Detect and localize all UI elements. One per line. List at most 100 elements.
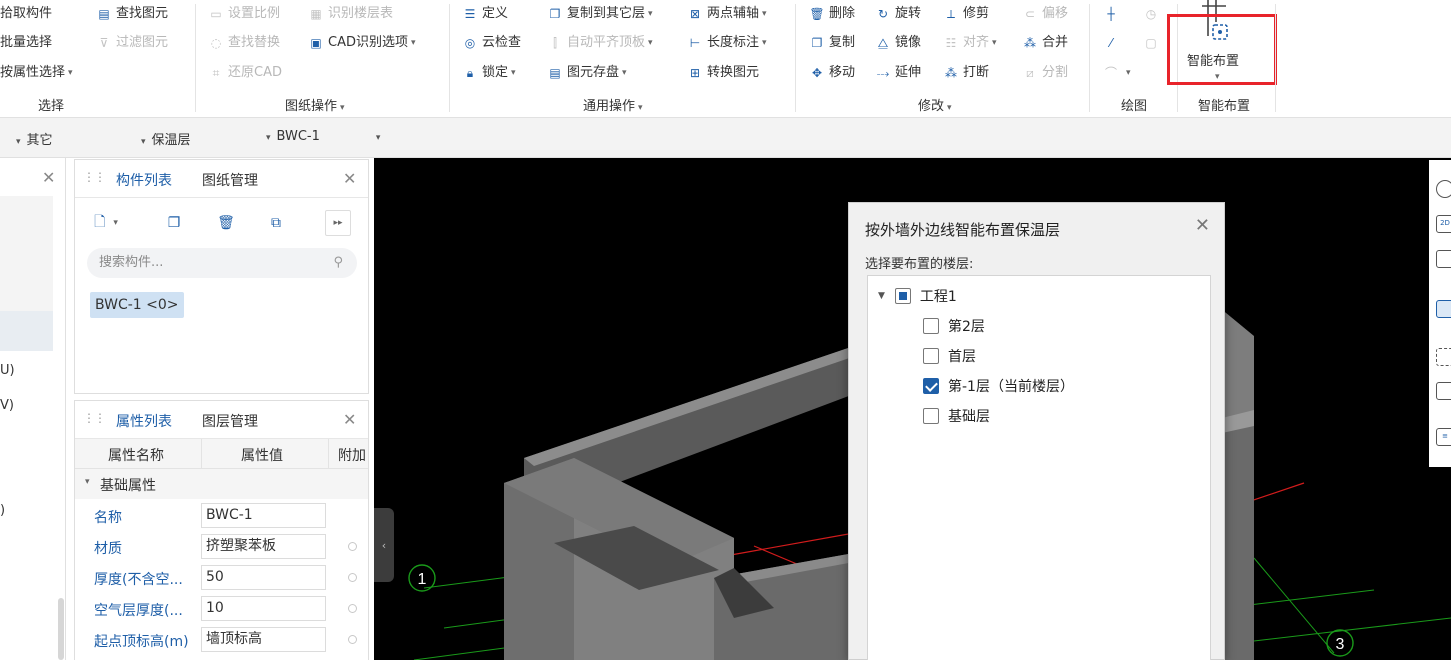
attach-checkbox[interactable] [348,604,357,613]
cad-recognize-options-button[interactable]: ▣ CAD识别选项 ▾ [308,32,415,54]
left-panel-item[interactable]: ) [0,503,5,518]
rotate-button[interactable]: ↻ 旋转 [875,3,921,25]
move-button[interactable]: ✥ 移动 [809,62,855,84]
close-icon[interactable]: ✕ [343,169,356,188]
tree-node-root[interactable]: ▼ 工程1 [878,286,957,306]
property-value-field[interactable]: BWC-1 [201,503,326,528]
left-panel-selected[interactable] [0,311,53,351]
floor-checkbox[interactable] [923,348,939,364]
close-icon[interactable]: ✕ [1195,215,1210,236]
tree-node-floor[interactable]: 第-1层（当前楼层） [923,376,1074,396]
point-tool-button[interactable]: ┼ [1103,3,1123,25]
two-point-axis-button[interactable]: ⊠ 两点辅轴 ▾ [687,3,767,25]
align-button[interactable]: ☷ 对齐 ▾ [943,32,997,54]
find-replace-button[interactable]: ◌ 查找替换 [208,32,280,54]
find-element-button[interactable]: ▤ 查找图元 [96,3,168,25]
element-save-button[interactable]: ▤ 图元存盘 ▾ [547,62,626,84]
trim-button[interactable]: ⟂ 修剪 [943,3,989,25]
chevron-down-icon: ▾ [375,133,381,143]
floor-checkbox[interactable] [923,378,939,394]
scrollbar[interactable] [58,598,64,660]
property-group-row[interactable]: ▾ 基础属性 [75,469,368,499]
group-label-drawing[interactable]: 图纸操作 ▾ [285,95,345,114]
tab-layer-management[interactable]: 图层管理 [202,411,258,431]
group-label-general[interactable]: 通用操作 ▾ [583,95,643,114]
tree-node-floor[interactable]: 基础层 [923,406,990,426]
set-scale-button[interactable]: ▭ 设置比例 [208,3,280,25]
length-dimension-button[interactable]: ⊢ 长度标注 ▾ [687,32,767,54]
chevron-down-icon: ▾ [266,133,271,143]
batch-select-button[interactable]: 批量选择 [0,32,52,54]
pick-component-button[interactable]: 拾取构件 [0,3,52,25]
delete-component-button[interactable]: 🗑︎ [213,210,239,236]
layer-copy-button[interactable]: ⧉ [263,210,289,236]
cube-solid-icon[interactable] [1436,300,1451,318]
select-frame-icon[interactable] [1436,348,1451,366]
view-2d-icon[interactable]: 2D [1436,215,1451,233]
define-button[interactable]: ☰ 定义 [462,3,508,25]
mirror-button[interactable]: ⧋ 镜像 [875,32,921,54]
attach-checkbox[interactable] [348,573,357,582]
property-value-field[interactable]: 10 [201,596,326,621]
property-value-field[interactable]: 挤塑聚苯板 [201,534,326,559]
restore-cad-button[interactable]: ⌗ 还原CAD [208,62,282,84]
drag-handle-icon[interactable]: ⋮⋮ [83,170,106,184]
line-tool-button[interactable]: ⁄ [1103,32,1123,54]
lock-button[interactable]: 🔒︎ 锁定 ▾ [462,62,516,84]
floor-checkbox[interactable] [923,318,939,334]
tree-node-floor[interactable]: 首层 [923,346,976,366]
group-label-smart: 智能布置 [1198,99,1251,114]
curve-tool-button[interactable]: ⌒ ▾ [1103,62,1131,84]
group-label-modify[interactable]: 修改 ▾ [918,95,952,114]
break-button[interactable]: ⁂ 打断 [943,62,989,84]
component-select[interactable]: ▾ BWC-1 ▾ [266,129,386,144]
drag-handle-icon[interactable]: ⋮⋮ [83,411,106,425]
copy-to-other-floor-button[interactable]: ❐ 复制到其它层 ▾ [547,3,653,25]
offset-button[interactable]: ⊂ 偏移 [1022,3,1068,25]
search-input[interactable]: 搜索构件... ⚲ [87,248,357,278]
tab-component-list[interactable]: 构件列表 [116,170,172,190]
select-by-attribute-button[interactable]: 按属性选择 ▾ [0,62,73,84]
filter-element-button[interactable]: ⊽ 过滤图元 [96,32,168,54]
orbit-icon[interactable] [1436,180,1451,198]
recognize-floor-table-button[interactable]: ▦ 识别楼层表 [308,3,393,25]
new-component-button[interactable]: 🗋︎ ▾ [93,210,119,236]
cloud-check-button[interactable]: ◎ 云检查 [462,32,521,54]
convert-element-button[interactable]: ⊞ 转换图元 [687,62,759,84]
more-button[interactable]: ▸▸ [325,210,351,236]
3d-box-icon[interactable] [1436,382,1451,400]
auto-align-slab-button[interactable]: ⫿ 自动平齐顶板 ▾ [547,32,652,54]
close-icon[interactable]: ✕ [343,410,356,429]
merge-button[interactable]: ⁂ 合并 [1022,32,1068,54]
chevron-down-icon: ▾ [340,103,345,113]
left-panel-item[interactable]: V) [0,398,14,413]
left-panel: ✕ U) V) ) [0,158,66,660]
left-panel-item[interactable]: U) [0,363,15,378]
rect-tool-button[interactable]: ▢ [1143,32,1163,54]
floor-checkbox[interactable] [923,408,939,424]
component-item[interactable]: BWC-1 <0> [90,292,184,318]
collapse-panel-handle[interactable]: ‹ [374,508,394,582]
cube-view-icon[interactable] [1436,250,1451,268]
copy-component-button[interactable]: ❐ [161,210,187,236]
attach-checkbox[interactable] [348,542,357,551]
root-checkbox[interactable] [894,288,911,304]
tab-property-list[interactable]: 属性列表 [116,411,172,431]
tab-drawing-management[interactable]: 图纸管理 [202,170,258,190]
extend-button[interactable]: ⤏ 延伸 [875,62,921,84]
delete-button[interactable]: 🗑︎ 删除 [809,3,855,25]
arc-tool-button[interactable]: ◷ [1143,3,1163,25]
close-icon[interactable]: ✕ [42,168,55,187]
property-value-field[interactable]: 墙顶标高 [201,627,326,652]
define-icon: ☰ [464,7,476,21]
property-value-field[interactable]: 50 [201,565,326,590]
list-icon[interactable]: ≡ [1436,428,1451,446]
split-button[interactable]: ⧄ 分割 [1022,62,1068,84]
tree-node-floor[interactable]: 第2层 [923,316,985,336]
type-select[interactable]: ▾ 保温层 [141,129,191,148]
chevron-down-icon[interactable]: ▼ [878,291,885,301]
copy-button[interactable]: ❐ 复制 [809,32,855,54]
axis-icon: ⊠ [689,7,701,21]
category-select[interactable]: ▾ 其它 [16,129,53,148]
attach-checkbox[interactable] [348,635,357,644]
